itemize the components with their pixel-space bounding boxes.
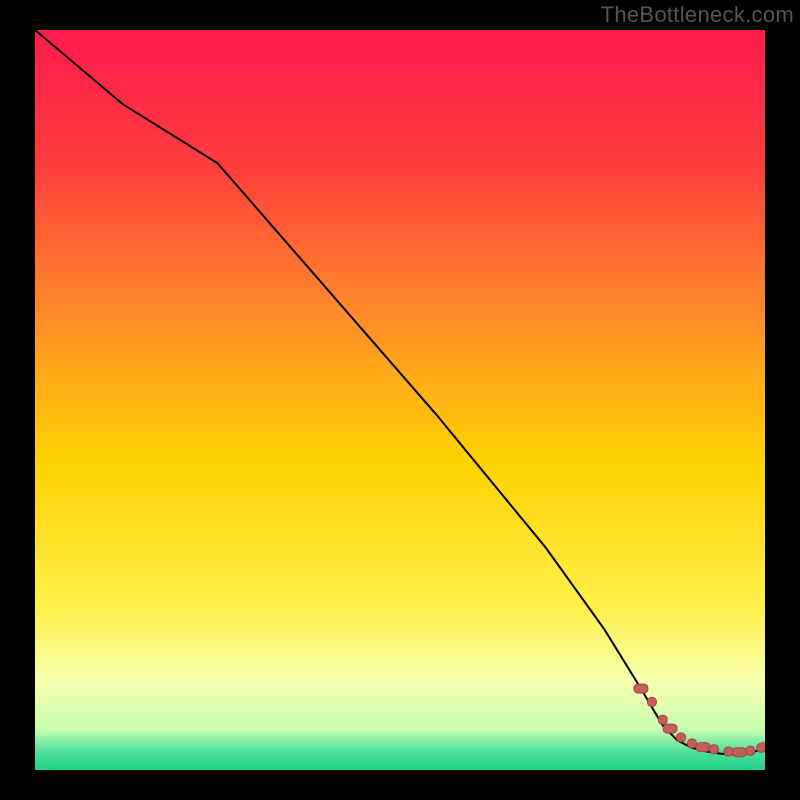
tail-marker (677, 733, 686, 742)
tail-marker (709, 745, 718, 754)
tail-marker (663, 724, 677, 733)
dashed-tail-markers (634, 684, 765, 757)
tail-marker (746, 746, 755, 755)
watermark-text: TheBottleneck.com (601, 2, 794, 28)
tail-marker (658, 715, 667, 724)
chart-frame: TheBottleneck.com (0, 0, 800, 800)
tail-marker (724, 747, 733, 756)
tail-marker (634, 684, 648, 693)
tail-marker (696, 743, 710, 752)
tail-marker (732, 748, 746, 757)
chart-overlay (35, 30, 765, 770)
bottleneck-curve (35, 30, 765, 755)
tail-marker (647, 697, 656, 706)
plot-area (35, 30, 765, 770)
tail-marker (688, 739, 697, 748)
